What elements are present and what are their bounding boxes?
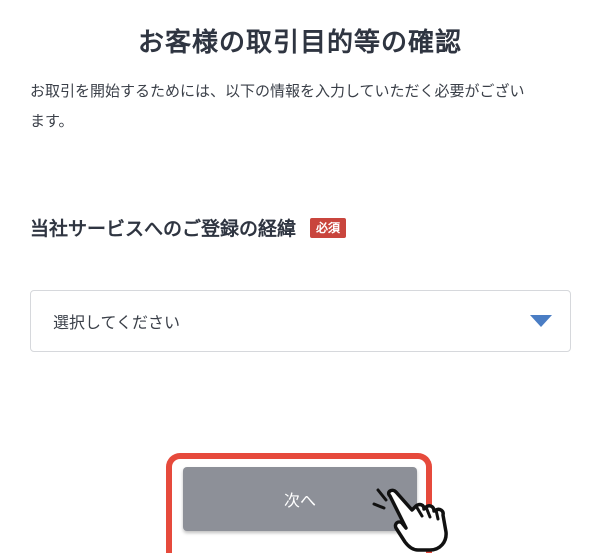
- registration-route-field: 当社サービスへのご登録の経緯 必須: [30, 214, 347, 241]
- page-title: お客様の取引目的等の確認: [137, 28, 462, 58]
- registration-route-select[interactable]: 選択してください: [30, 290, 571, 352]
- hand-pointer-icon: [372, 488, 448, 552]
- intro-line-2: ます。: [30, 112, 74, 130]
- intro-line-1: お取引を開始するためには、以下の情報を入力していただく必要がござい: [30, 82, 525, 100]
- select-value: 選択してください: [53, 313, 181, 332]
- intro-text: お取引を開始するためには、以下の情報を入力していただく必要がござい ます。: [30, 76, 575, 136]
- required-badge: 必須: [310, 217, 347, 238]
- registration-route-label: 当社サービスへのご登録の経緯: [30, 218, 297, 240]
- chevron-down-icon: [530, 315, 552, 327]
